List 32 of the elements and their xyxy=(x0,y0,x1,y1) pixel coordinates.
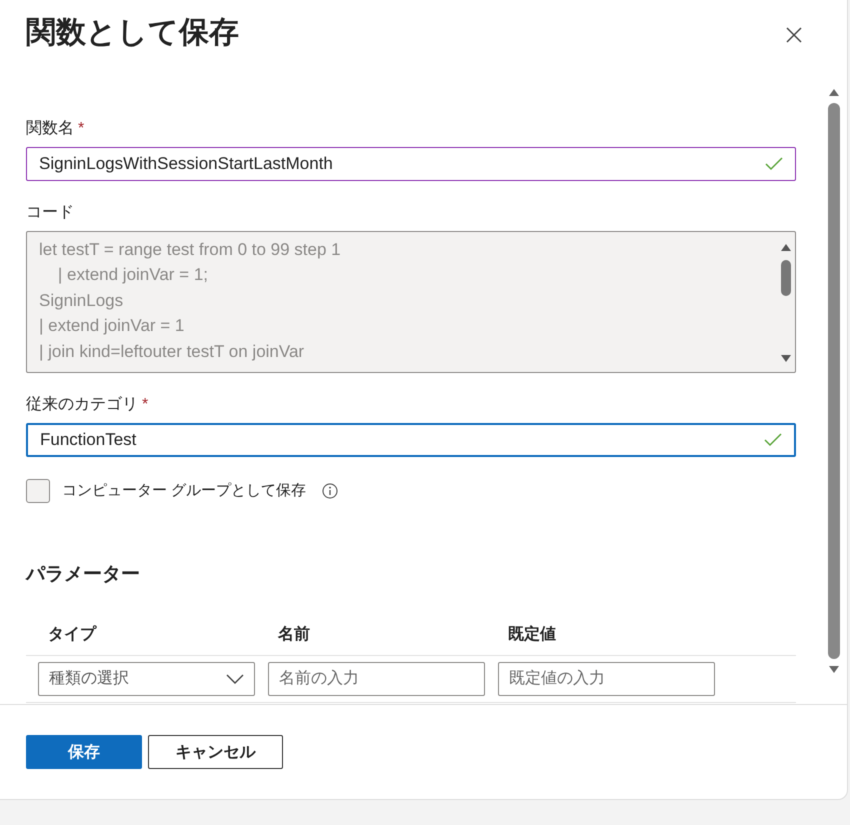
section-heading: パラメーター xyxy=(26,562,141,587)
scroll-thumb[interactable] xyxy=(828,102,840,659)
field-label: コード xyxy=(26,203,74,224)
type-dropdown[interactable]: 種類の選択 xyxy=(38,662,255,696)
chevron-down-icon xyxy=(226,674,244,684)
required-mark: * xyxy=(142,396,148,414)
field-value: FunctionTest xyxy=(40,430,136,450)
info-icon[interactable] xyxy=(322,482,338,499)
field-label: 従来のカテゴリ xyxy=(26,394,138,416)
panel-title: 関数として保存 xyxy=(26,15,239,51)
code-line: SigninLogs xyxy=(39,290,124,312)
column-header: 既定値 xyxy=(508,624,557,646)
code-line: | extend joinVar = 1 xyxy=(39,315,186,338)
scroll-up-icon[interactable] xyxy=(828,86,840,97)
scroll-down-icon[interactable] xyxy=(828,664,840,675)
input-field[interactable]: SigninLogsWithSessionStartLastMonth xyxy=(26,146,796,181)
name-input[interactable]: 名前の入力 xyxy=(268,662,485,696)
field-value: SigninLogsWithSessionStartLastMonth xyxy=(39,154,333,174)
checkbox-label: コンピューター グループとして保存 xyxy=(62,481,306,500)
column-header: タイプ xyxy=(48,624,98,646)
close-icon[interactable] xyxy=(785,26,803,44)
required-mark: * xyxy=(78,120,84,138)
input-field[interactable]: FunctionTest xyxy=(26,422,796,457)
default-value-input[interactable]: 既定値の入力 xyxy=(498,662,715,696)
column-header: 名前 xyxy=(278,624,311,646)
field-label: 関数名 xyxy=(26,119,74,140)
code-line: | extend joinVar = 1; xyxy=(56,264,210,286)
code-line: | join kind=leftouter testT on joinVar xyxy=(39,340,306,363)
cancel-button[interactable]: キャンセル xyxy=(148,735,283,769)
code-line: let testT = range test from 0 to 99 step 1 xyxy=(39,238,342,261)
checkbox[interactable] xyxy=(26,478,50,503)
save-button[interactable]: 保存 xyxy=(26,735,142,769)
